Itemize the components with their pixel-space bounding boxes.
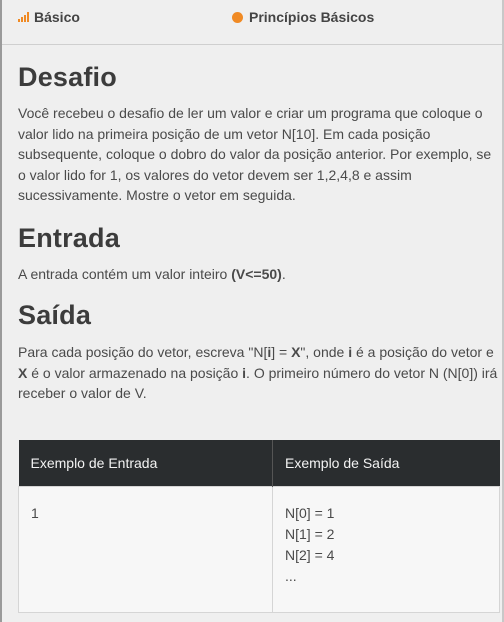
- output-heading: Saída: [18, 300, 92, 330]
- table-row: 1 N[0] = 1 N[1] = 2 N[2] = 4 ...: [18, 486, 500, 613]
- example-output-line: N[0] = 1: [285, 505, 335, 521]
- category-indicator: Princípios Básicos: [232, 8, 374, 26]
- input-text-end: .: [281, 266, 286, 282]
- output-text: ] =: [271, 344, 292, 360]
- input-description: A entrada contém um valor inteiro (V<=50…: [18, 264, 502, 285]
- problem-header-bar: Básico Princípios Básicos: [2, 0, 502, 45]
- problem-panel: Básico Princípios Básicos Desafio Você r…: [0, 0, 504, 622]
- example-output-header: Exemplo de Saída: [272, 440, 500, 487]
- input-heading: Entrada: [18, 223, 120, 253]
- output-text: é a posição do vetor e: [352, 344, 494, 360]
- output-text: Para cada posição do vetor, escreva "N[: [18, 344, 268, 360]
- challenge-heading: Desafio: [18, 62, 117, 92]
- category-label: Princípios Básicos: [249, 9, 375, 25]
- level-label: Básico: [34, 9, 80, 25]
- example-table-header-row: Exemplo de Entrada Exemplo de Saída: [18, 440, 500, 487]
- example-input-header: Exemplo de Entrada: [18, 440, 273, 487]
- output-text: é o valor armazenado na posição: [27, 364, 243, 381]
- example-output-line: N[2] = 4: [285, 547, 335, 563]
- example-input-cell: 1: [18, 486, 273, 613]
- example-output-cell: N[0] = 1 N[1] = 2 N[2] = 4 ...: [272, 486, 500, 613]
- category-dot-icon: [232, 11, 243, 23]
- output-description: Para cada posição do vetor, escreva "N[i…: [18, 342, 502, 404]
- input-text: A entrada contém um valor inteiro: [18, 266, 232, 282]
- example-table: Exemplo de Entrada Exemplo de Saída 1 N[…: [18, 440, 500, 613]
- challenge-description: Você recebeu o desafio de ler um valor e…: [18, 105, 492, 203]
- output-emphasis: X: [18, 364, 28, 381]
- output-text: ", onde: [300, 344, 349, 360]
- input-constraint: (V<=50): [231, 266, 282, 282]
- level-indicator: Básico: [18, 8, 80, 26]
- signal-bars-icon: [18, 12, 29, 22]
- example-output-line: N[1] = 2: [285, 526, 335, 542]
- example-output-line: ...: [285, 568, 297, 584]
